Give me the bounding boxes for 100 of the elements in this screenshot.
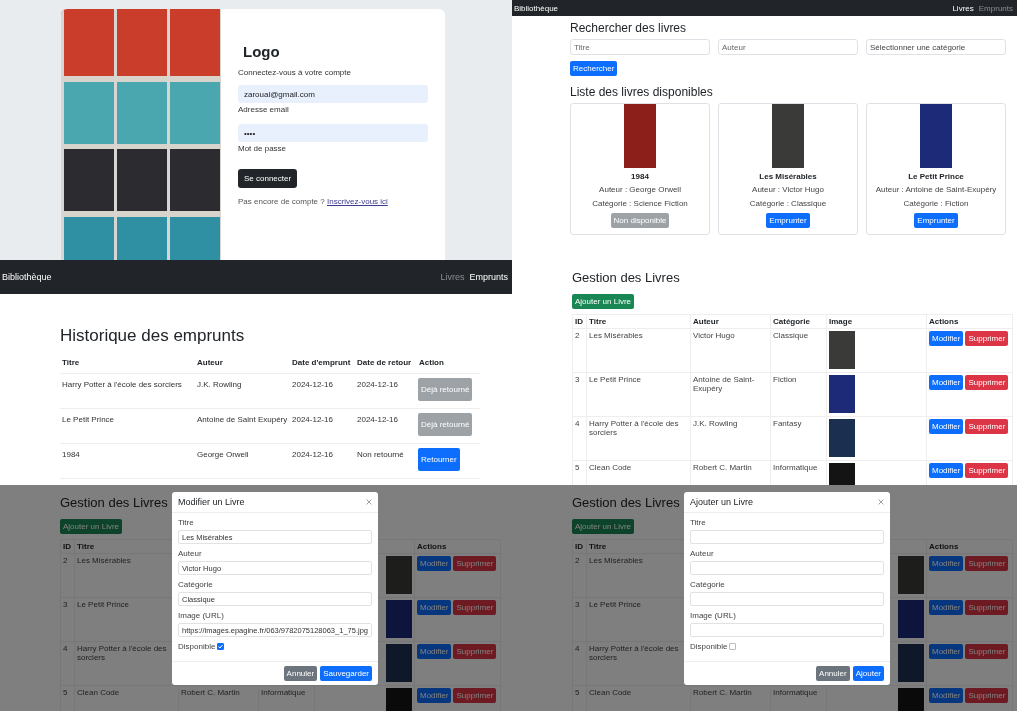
table-cell: Le Petit Prince bbox=[60, 408, 195, 444]
nav-link[interactable]: Emprunts bbox=[978, 3, 1013, 13]
edit-button[interactable]: Modifier bbox=[929, 463, 964, 478]
add-book-button[interactable]: Ajouter un Livre bbox=[572, 519, 635, 534]
borrow-button[interactable]: Emprunter bbox=[766, 213, 810, 228]
edit-button[interactable]: Modifier bbox=[417, 688, 452, 703]
table-cell: 3 bbox=[572, 597, 587, 642]
login-subtitle: Connectez-vous à votre compte bbox=[238, 68, 352, 77]
signup-link[interactable]: Inscrivez-vous ici bbox=[326, 197, 388, 206]
delete-button[interactable]: Supprimer bbox=[965, 331, 1009, 346]
nav-link[interactable]: Livres bbox=[440, 272, 465, 282]
edit-button[interactable]: Modifier bbox=[929, 600, 964, 615]
book-author: Auteur : Antoine de Saint-Exupéry bbox=[875, 185, 997, 194]
return-button[interactable]: Retourner bbox=[418, 448, 460, 471]
edit-button[interactable]: Modifier bbox=[929, 556, 964, 571]
brand-link[interactable]: Bibliothèque bbox=[514, 3, 559, 13]
category-select[interactable]: Sélectionner une catégorie bbox=[866, 39, 1006, 55]
table-cell: 4 bbox=[60, 641, 75, 686]
input-field[interactable] bbox=[690, 530, 884, 544]
column-header: Actions bbox=[414, 539, 501, 554]
checkbox-label: Disponible bbox=[690, 642, 728, 651]
delete-button[interactable]: Supprimer bbox=[965, 419, 1009, 434]
input-field[interactable] bbox=[690, 623, 884, 637]
table-cell: 4 bbox=[572, 416, 587, 461]
signup-prompt: Pas encore de compte ? Inscrivez-vous ici bbox=[238, 197, 389, 206]
column-header: Catégorie bbox=[770, 314, 827, 329]
table-cell: George Orwell bbox=[195, 443, 290, 479]
nav-link[interactable]: Emprunts bbox=[469, 272, 508, 282]
input-field[interactable] bbox=[690, 592, 884, 606]
table-cell: Antoine de Saint Exupéry bbox=[195, 408, 290, 444]
edit-button[interactable]: Modifier bbox=[929, 419, 964, 434]
unavailable-button[interactable]: Non disponible bbox=[610, 213, 670, 228]
delete-button[interactable]: Supprimer bbox=[453, 688, 497, 703]
edit-button[interactable]: Modifier bbox=[929, 688, 964, 703]
column-header: Actions bbox=[926, 539, 1013, 554]
table-cell: Harry Potter à l'école des sorciers bbox=[60, 373, 195, 409]
edit-button[interactable]: Modifier bbox=[417, 556, 452, 571]
table-cell: 2024-12-16 bbox=[355, 373, 417, 409]
column-header: Actions bbox=[926, 314, 1013, 329]
checkbox[interactable] bbox=[729, 643, 737, 650]
table-cell: 2 bbox=[572, 328, 587, 373]
book-category: Catégorie : Science Fiction bbox=[592, 199, 688, 208]
brand-link[interactable]: Bibliothèque bbox=[2, 272, 52, 282]
cancel-button[interactable]: Annuler bbox=[816, 666, 850, 681]
table-cell: 2024-12-16 bbox=[290, 373, 355, 409]
table-cell: 3 bbox=[572, 372, 587, 417]
delete-button[interactable]: Supprimer bbox=[965, 463, 1009, 478]
book-title: 1984 bbox=[631, 172, 649, 181]
add-book-button[interactable]: Ajouter un Livre bbox=[572, 294, 635, 309]
field-label: Mot de passe bbox=[238, 144, 288, 153]
field-label: Auteur bbox=[690, 549, 715, 558]
table-cell: 5 bbox=[60, 685, 75, 711]
edit-button[interactable]: Modifier bbox=[417, 600, 452, 615]
section-heading: Liste des livres disponibles bbox=[570, 85, 713, 99]
table-cell: 2 bbox=[572, 553, 587, 598]
column-header: Titre bbox=[586, 314, 691, 329]
table-cell: 5 bbox=[572, 685, 587, 711]
column-header: ID bbox=[572, 539, 587, 554]
edit-button[interactable]: Modifier bbox=[929, 375, 964, 390]
search-field[interactable]: Auteur bbox=[718, 39, 858, 55]
table-cell: J.K. Rowling bbox=[195, 373, 290, 409]
table-cell: Antoine de Saint-Exupéry bbox=[690, 372, 771, 417]
field-label: Adresse email bbox=[238, 105, 290, 114]
field-label: Catégorie bbox=[178, 580, 214, 589]
table-cell: Victor Hugo bbox=[690, 328, 771, 373]
table-cell: Fiction bbox=[770, 372, 827, 417]
checkbox-label: Disponible bbox=[178, 642, 216, 651]
delete-button[interactable]: Supprimer bbox=[965, 375, 1009, 390]
search-field[interactable]: Titre bbox=[570, 39, 710, 55]
cancel-button[interactable]: Annuler bbox=[283, 666, 318, 681]
delete-button[interactable]: Supprimer bbox=[965, 688, 1009, 703]
column-header: Image bbox=[826, 314, 927, 329]
field-label: Image (URL) bbox=[178, 611, 225, 620]
confirm-button[interactable]: Sauvegarder bbox=[320, 666, 372, 681]
delete-button[interactable]: Supprimer bbox=[453, 556, 497, 571]
email-field[interactable]: zaroual@gmail.com bbox=[238, 85, 428, 103]
close-icon[interactable] bbox=[878, 499, 884, 505]
returned-button[interactable]: Déjà retourné bbox=[418, 378, 473, 401]
password-field[interactable]: •••• bbox=[238, 124, 428, 142]
checkbox[interactable] bbox=[217, 643, 225, 650]
delete-button[interactable]: Supprimer bbox=[965, 644, 1009, 659]
search-button[interactable]: Rechercher bbox=[570, 61, 618, 76]
delete-button[interactable]: Supprimer bbox=[453, 600, 497, 615]
book-author: Auteur : George Orwell bbox=[599, 185, 681, 194]
delete-button[interactable]: Supprimer bbox=[965, 600, 1009, 615]
input-field[interactable] bbox=[690, 561, 884, 575]
edit-button[interactable]: Modifier bbox=[417, 644, 452, 659]
edit-button[interactable]: Modifier bbox=[929, 331, 964, 346]
borrow-button[interactable]: Emprunter bbox=[914, 213, 958, 228]
delete-button[interactable]: Supprimer bbox=[965, 556, 1009, 571]
delete-button[interactable]: Supprimer bbox=[453, 644, 497, 659]
edit-button[interactable]: Modifier bbox=[929, 644, 964, 659]
column-header: ID bbox=[60, 539, 75, 554]
book-title: Le Petit Prince bbox=[908, 172, 964, 181]
nav-link[interactable]: Livres bbox=[952, 3, 974, 13]
confirm-button[interactable]: Ajouter bbox=[852, 666, 884, 681]
returned-button[interactable]: Déjà retourné bbox=[418, 413, 473, 436]
add-book-button[interactable]: Ajouter un Livre bbox=[60, 519, 123, 534]
close-icon[interactable] bbox=[366, 499, 372, 505]
login-button[interactable]: Se connecter bbox=[238, 169, 298, 188]
